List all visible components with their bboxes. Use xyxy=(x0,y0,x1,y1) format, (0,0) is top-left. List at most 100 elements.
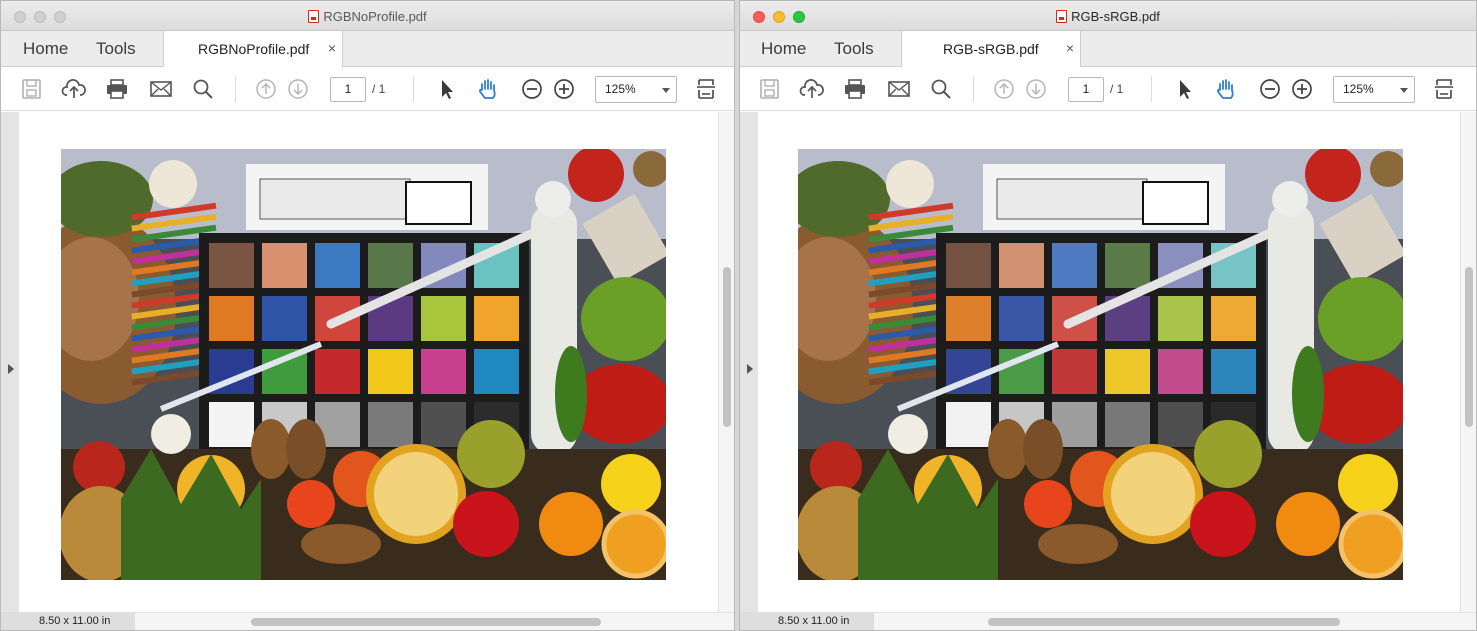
hand-tool-icon[interactable] xyxy=(475,77,501,101)
colorchecker-still-life-image xyxy=(798,149,1403,580)
broccoli xyxy=(1194,420,1262,488)
toolbar-divider xyxy=(235,76,236,102)
nav-home-tab[interactable]: Home xyxy=(23,39,68,59)
fit-page-icon[interactable] xyxy=(693,77,719,101)
mandarin xyxy=(287,480,335,528)
zoom-in-icon[interactable] xyxy=(1289,77,1315,101)
embedded-photo xyxy=(798,149,1403,580)
document-tab[interactable]: RGBNoProfile.pdf × xyxy=(163,31,343,67)
upload-icon[interactable] xyxy=(61,77,87,101)
page-down-icon[interactable] xyxy=(285,77,311,101)
zoom-out-icon[interactable] xyxy=(1257,77,1283,101)
statue-head xyxy=(535,181,571,217)
title-bar[interactable]: RGBNoProfile.pdf xyxy=(1,1,734,31)
zoom-level-select[interactable]: 125% xyxy=(595,76,677,103)
vertical-scrollbar[interactable] xyxy=(1460,112,1476,612)
select-arrow-icon[interactable] xyxy=(433,77,459,101)
color-patch xyxy=(368,402,413,447)
label-field xyxy=(996,178,1148,220)
horizontal-scroll-thumb[interactable] xyxy=(251,618,601,626)
mail-icon[interactable] xyxy=(886,77,912,101)
orange xyxy=(539,492,603,556)
kiwi xyxy=(286,419,326,479)
color-patch xyxy=(209,243,254,288)
nav-home-tab[interactable]: Home xyxy=(761,39,806,59)
color-patch xyxy=(368,243,413,288)
color-patch xyxy=(1158,349,1203,394)
toolbar-divider xyxy=(973,76,974,102)
mail-icon[interactable] xyxy=(148,77,174,101)
page-down-icon[interactable] xyxy=(1023,77,1049,101)
vertical-scroll-thumb[interactable] xyxy=(723,267,731,427)
search-icon[interactable] xyxy=(928,77,954,101)
left-panel-toggle[interactable] xyxy=(740,112,758,630)
chili xyxy=(1292,346,1324,442)
color-patch xyxy=(421,349,466,394)
color-patch xyxy=(209,296,254,341)
chevron-down-icon xyxy=(662,88,670,93)
potato xyxy=(1038,524,1118,564)
red-apple xyxy=(453,491,519,557)
document-view[interactable]: 8.50 x 11.00 in xyxy=(1,112,734,630)
horizontal-scroll-thumb[interactable] xyxy=(988,618,1340,626)
vertical-scroll-thumb[interactable] xyxy=(1465,267,1473,427)
zoom-in-icon[interactable] xyxy=(551,77,577,101)
grapefruit-half xyxy=(1103,444,1203,544)
save-icon[interactable] xyxy=(19,77,45,101)
pdf-file-icon xyxy=(308,10,320,23)
pdf-page xyxy=(758,112,1460,612)
color-patch xyxy=(1105,243,1150,288)
color-patch xyxy=(946,296,991,341)
color-patch xyxy=(262,243,307,288)
pdf-file-icon xyxy=(1056,10,1068,23)
fit-page-icon[interactable] xyxy=(1431,77,1457,101)
color-patch xyxy=(999,296,1044,341)
document-tab[interactable]: RGB-sRGB.pdf × xyxy=(901,31,1081,67)
vertical-scrollbar[interactable] xyxy=(718,112,734,612)
page-number-input[interactable]: 1 xyxy=(1068,77,1104,102)
color-patch xyxy=(1211,296,1256,341)
color-patch xyxy=(209,402,254,447)
orange-half xyxy=(601,509,666,579)
close-tab-icon[interactable]: × xyxy=(328,40,336,56)
kiwi xyxy=(988,419,1028,479)
color-patch xyxy=(315,349,360,394)
page-number-input[interactable]: 1 xyxy=(330,77,366,102)
color-patch xyxy=(474,349,519,394)
save-icon[interactable] xyxy=(757,77,783,101)
zoom-level-value: 125% xyxy=(1343,82,1374,96)
close-tab-icon[interactable]: × xyxy=(1066,40,1074,56)
broccoli xyxy=(457,420,525,488)
zoom-level-select[interactable]: 125% xyxy=(1333,76,1415,103)
search-icon[interactable] xyxy=(190,77,216,101)
page-total-label: / 1 xyxy=(1110,82,1124,96)
mandarin xyxy=(1024,480,1072,528)
nav-tools-tab[interactable]: Tools xyxy=(834,39,874,59)
tomato xyxy=(73,441,125,493)
lemon xyxy=(601,454,661,514)
left-panel-toggle[interactable] xyxy=(1,112,19,630)
tomato xyxy=(810,441,862,493)
lemon xyxy=(1338,454,1398,514)
document-tab-label: RGB-sRGB.pdf xyxy=(943,41,1039,57)
grapefruit-half xyxy=(366,444,466,544)
hand-tool-icon[interactable] xyxy=(1213,77,1239,101)
horizontal-scrollbar[interactable]: 8.50 x 11.00 in xyxy=(740,612,1476,630)
page-up-icon[interactable] xyxy=(991,77,1017,101)
color-patch xyxy=(1105,349,1150,394)
red-apple xyxy=(1190,491,1256,557)
title-bar[interactable]: RGB-sRGB.pdf xyxy=(740,1,1476,31)
select-arrow-icon[interactable] xyxy=(1171,77,1197,101)
document-view[interactable]: 8.50 x 11.00 in xyxy=(740,112,1476,630)
zoom-out-icon[interactable] xyxy=(519,77,545,101)
page-up-icon[interactable] xyxy=(253,77,279,101)
print-icon[interactable] xyxy=(104,77,130,101)
nav-tools-tab[interactable]: Tools xyxy=(96,39,136,59)
orange-half xyxy=(1338,509,1403,579)
kiwi xyxy=(251,419,291,479)
print-icon[interactable] xyxy=(842,77,868,101)
expand-panel-icon xyxy=(747,364,753,374)
color-patch xyxy=(946,402,991,447)
horizontal-scrollbar[interactable]: 8.50 x 11.00 in xyxy=(1,612,734,630)
upload-icon[interactable] xyxy=(799,77,825,101)
